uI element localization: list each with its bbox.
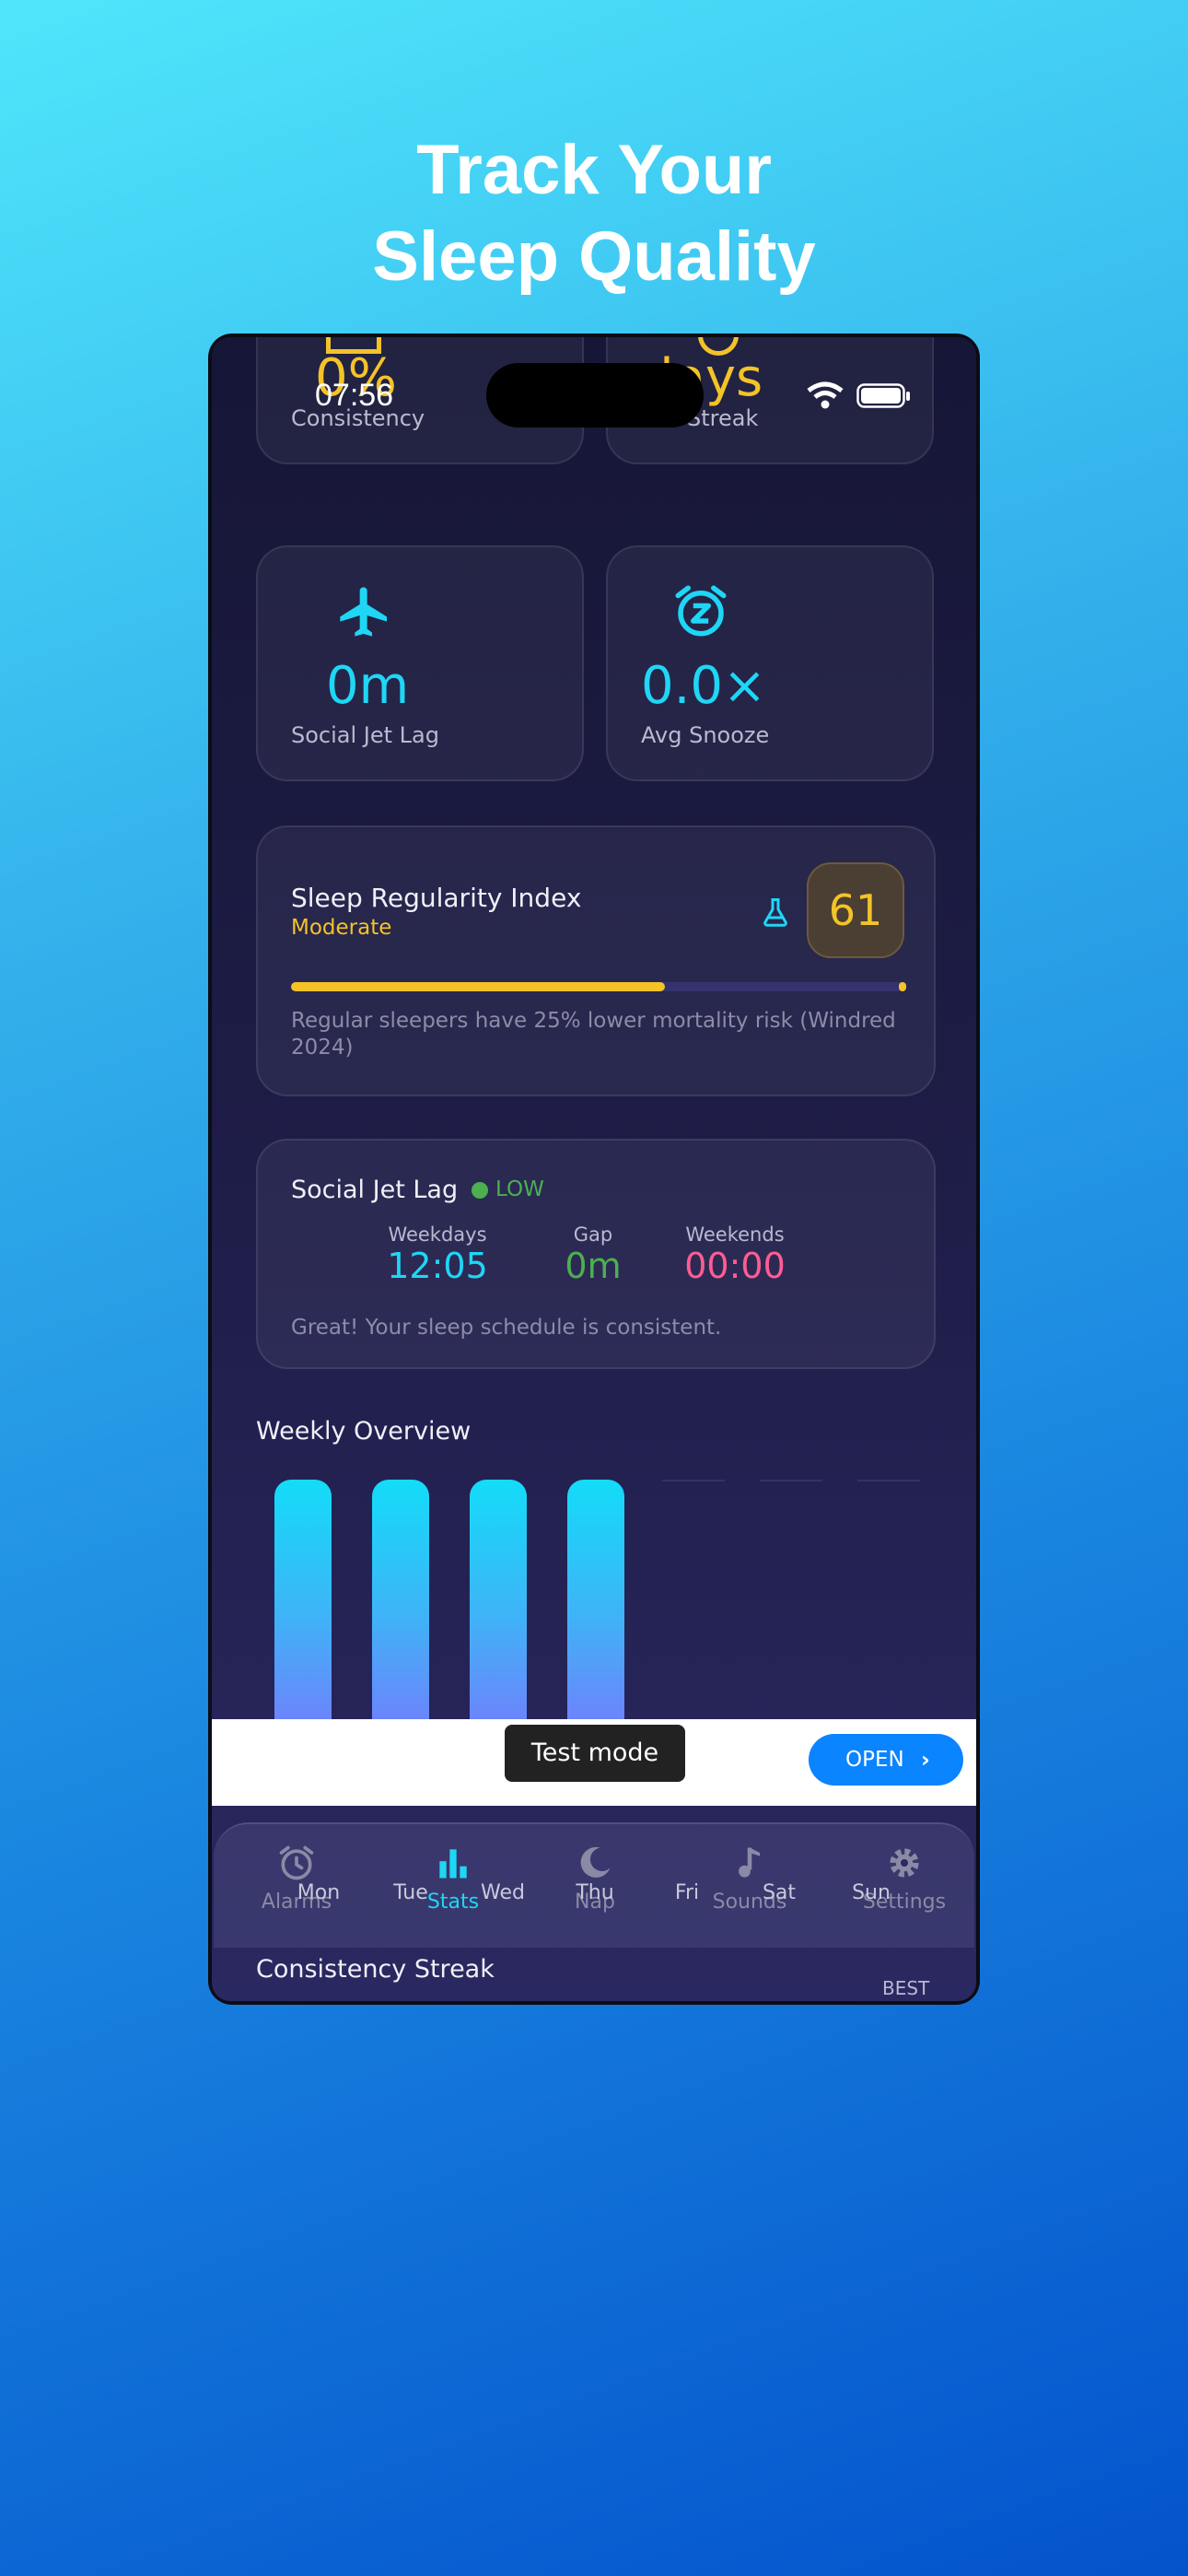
- sjl-title: Social Jet Lag: [291, 1176, 459, 1204]
- jet-lag-value: 0m: [326, 656, 410, 716]
- headline-line-1: Track Your: [416, 131, 772, 209]
- consistency-streak-title: Consistency Streak: [256, 1955, 495, 1984]
- jet-lag-label: Social Jet Lag: [291, 722, 439, 748]
- sri-progress-fill: [291, 982, 666, 991]
- sri-note: Regular sleepers have 25% lower mortalit…: [291, 1009, 896, 1060]
- app-screen: 0% Consistency days Streak 07:56 0m Soci…: [212, 337, 976, 2001]
- ad-open-button[interactable]: OPEN ›: [809, 1734, 963, 1786]
- test-mode-label: Test mode: [505, 1725, 685, 1782]
- weekly-empty-fri: [662, 1480, 725, 1481]
- weekly-day-label: Fri: [674, 1881, 700, 1904]
- sri-score: 61: [828, 885, 883, 935]
- weekly-day-labels: Mon Tue Wed Thu Fri Sat Sun: [212, 1881, 976, 1918]
- weekly-title: Weekly Overview: [256, 1417, 472, 1446]
- social-jet-lag-stat-card[interactable]: 0m Social Jet Lag: [256, 545, 584, 781]
- status-time: 07:56: [315, 378, 394, 413]
- dynamic-island: [486, 363, 704, 427]
- weekly-empty-sun: [857, 1480, 920, 1481]
- best-label: BEST: [882, 1977, 930, 1999]
- chevron-right-icon: ›: [921, 1747, 930, 1773]
- sri-progress-track: [291, 982, 906, 991]
- moon-icon: [580, 1846, 611, 1878]
- gap-label: Gap: [573, 1224, 613, 1246]
- ad-banner[interactable]: Test mode OPEN ›: [212, 1719, 976, 1806]
- sri-progress-end-dot: [899, 982, 906, 991]
- gap-value: 0m: [565, 1246, 622, 1286]
- weekdays-label: Weekdays: [388, 1224, 487, 1246]
- gear-icon: [890, 1848, 919, 1878]
- headline-line-2: Sleep Quality: [372, 217, 816, 296]
- weekly-day-label: Sun: [852, 1881, 891, 1904]
- music-note-icon: [739, 1847, 760, 1878]
- snooze-alarm-icon: [675, 585, 727, 637]
- headline: Track Your Sleep Quality: [0, 127, 1188, 300]
- sjl-badge: LOW: [495, 1177, 544, 1201]
- weekends-label: Weekends: [685, 1224, 785, 1246]
- battery-icon: [856, 383, 910, 408]
- avg-snooze-card[interactable]: 0.0× Avg Snooze: [606, 545, 934, 781]
- weekly-empty-sat: [760, 1480, 822, 1481]
- snooze-value: 0.0×: [641, 656, 766, 716]
- wifi-icon: [807, 381, 844, 409]
- ad-open-label: OPEN: [845, 1748, 904, 1772]
- airplane-icon: [340, 587, 387, 637]
- social-jet-lag-card[interactable]: Social Jet Lag LOW Weekdays 12:05 Gap 0m…: [256, 1139, 936, 1369]
- sri-level: Moderate: [291, 916, 392, 940]
- sjl-status-dot: [472, 1182, 488, 1199]
- weekly-day-label: Mon: [297, 1881, 341, 1904]
- snooze-label: Avg Snooze: [641, 722, 770, 748]
- weekends-value: 00:00: [684, 1246, 786, 1286]
- weekdays-value: 12:05: [387, 1246, 488, 1286]
- alarm-clock-icon: [279, 1845, 314, 1880]
- weekly-day-label: Tue: [393, 1881, 428, 1904]
- phone-frame: 0% Consistency days Streak 07:56 0m Soci…: [208, 334, 980, 2005]
- sri-score-badge: 61: [807, 862, 904, 958]
- test-mode-text: Test mode: [530, 1739, 659, 1767]
- flask-icon[interactable]: [759, 896, 792, 929]
- weekly-day-label: Wed: [481, 1881, 525, 1904]
- sleep-regularity-card[interactable]: Sleep Regularity Index Moderate 61 Regul…: [256, 825, 936, 1096]
- sjl-message: Great! Your sleep schedule is consistent…: [291, 1316, 722, 1340]
- weekly-day-label: Thu: [576, 1881, 614, 1904]
- weekly-day-label: Sat: [762, 1881, 797, 1904]
- bar-chart-icon: [439, 1849, 467, 1879]
- sri-title: Sleep Regularity Index: [291, 883, 582, 913]
